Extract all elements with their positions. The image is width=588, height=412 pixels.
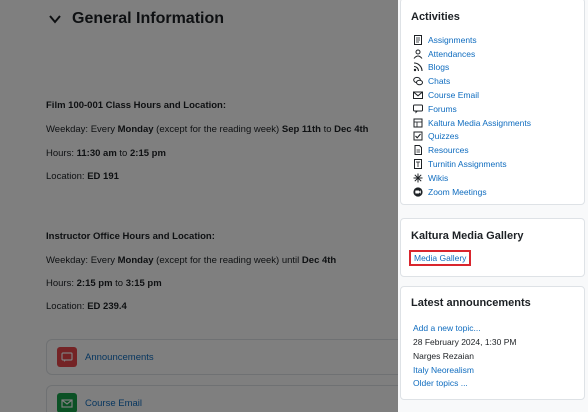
activity-link-label[interactable]: Attendances	[428, 49, 475, 59]
zoom-icon	[413, 187, 423, 197]
resource-icon	[414, 145, 422, 156]
activity-link-label[interactable]: Assignments	[428, 35, 477, 45]
office-weekday-line: Weekday: Every Monday (except for the re…	[46, 255, 337, 266]
attendance-icon	[413, 49, 423, 59]
activity-link-resources[interactable]: Resources	[413, 143, 531, 157]
block-drawer: Activities Assignments Attendances Blogs…	[398, 0, 588, 412]
activity-link-zoom-meetings[interactable]: Zoom Meetings	[413, 185, 531, 199]
activity-link-assignments[interactable]: Assignments	[413, 33, 531, 47]
announcement-author: Narges Rezaian	[413, 351, 474, 361]
kaltura-media-gallery-block: Kaltura Media Gallery Media Gallery	[400, 218, 585, 277]
course-main-content: General Information Film 100-001 Class H…	[0, 0, 398, 412]
announcement-topic-link[interactable]: Italy Neorealism	[413, 365, 474, 375]
class-weekday-line: Weekday: Every Monday (except for the re…	[46, 124, 369, 135]
chevron-down-icon[interactable]	[48, 12, 62, 26]
activity-link-forums[interactable]: Forums	[413, 102, 531, 116]
activity-link-turnitin-assignments[interactable]: Turnitin Assignments	[413, 157, 531, 171]
office-hours-heading: Instructor Office Hours and Location:	[46, 231, 215, 242]
email-icon	[57, 393, 77, 412]
activity-link-blogs[interactable]: Blogs	[413, 61, 531, 75]
announcement-date: 28 February 2024, 1:30 PM	[413, 337, 517, 347]
office-hours-line: Hours: 2:15 pm to 3:15 pm	[46, 278, 162, 289]
older-topics-link[interactable]: Older topics ...	[413, 378, 468, 388]
blog-icon	[413, 62, 423, 72]
activity-link-attendances[interactable]: Attendances	[413, 47, 531, 61]
kaltura-block-title: Kaltura Media Gallery	[411, 230, 524, 242]
add-new-topic-link[interactable]: Add a new topic...	[413, 323, 481, 333]
activity-link-label[interactable]: Blogs	[428, 62, 449, 72]
assignment-icon	[414, 34, 422, 45]
activity-link-label[interactable]: Course Email	[428, 90, 479, 100]
announcement-icon	[57, 347, 77, 367]
activities-block: Activities Assignments Attendances Blogs…	[400, 0, 585, 205]
activity-link-label[interactable]: Kaltura Media Assignments	[428, 118, 531, 128]
class-hours-line: Hours: 11:30 am to 2:15 pm	[46, 148, 166, 159]
activity-link-kaltura-media-assignments[interactable]: Kaltura Media Assignments	[413, 116, 531, 130]
latest-announcements-block: Latest announcements Add a new topic... …	[400, 286, 585, 400]
activity-link-label[interactable]: Resources	[428, 145, 469, 155]
activity-link-label[interactable]: Turnitin Assignments	[428, 159, 507, 169]
activity-link-quizzes[interactable]: Quizzes	[413, 130, 531, 144]
activity-card-label[interactable]: Announcements	[85, 352, 154, 363]
class-hours-heading: Film 100-001 Class Hours and Location:	[46, 100, 227, 111]
email-icon	[413, 91, 423, 100]
activity-link-chats[interactable]: Chats	[413, 74, 531, 88]
wiki-icon	[413, 173, 423, 183]
chat-icon	[413, 77, 423, 86]
activities-block-title: Activities	[411, 11, 460, 23]
section-title: General Information	[72, 10, 225, 27]
quiz-icon	[413, 131, 423, 141]
activity-link-wikis[interactable]: Wikis	[413, 171, 531, 185]
turnitin-icon	[414, 159, 422, 170]
activity-link-course-email[interactable]: Course Email	[413, 88, 531, 102]
announcements-block-title: Latest announcements	[411, 297, 531, 309]
activity-link-label[interactable]: Chats	[428, 76, 450, 86]
activity-link-label[interactable]: Zoom Meetings	[428, 187, 487, 197]
activities-list: Assignments Attendances Blogs Chats Cour…	[413, 33, 531, 199]
activity-card-course-email[interactable]: Course Email	[46, 385, 398, 412]
activity-card-announcements[interactable]: Announcements	[46, 339, 398, 375]
activity-link-label[interactable]: Forums	[428, 104, 457, 114]
office-location-line: Location: ED 239.4	[46, 301, 127, 312]
forum-icon	[413, 104, 423, 114]
media-gallery-link[interactable]: Media Gallery	[409, 250, 472, 266]
activity-link-label[interactable]: Quizzes	[428, 131, 459, 141]
section-header[interactable]: General Information	[48, 10, 224, 28]
activity-link-label[interactable]: Wikis	[428, 173, 448, 183]
class-location-line: Location: ED 191	[46, 171, 119, 182]
activity-card-label[interactable]: Course Email	[85, 398, 142, 409]
kaltura-icon	[413, 118, 423, 128]
